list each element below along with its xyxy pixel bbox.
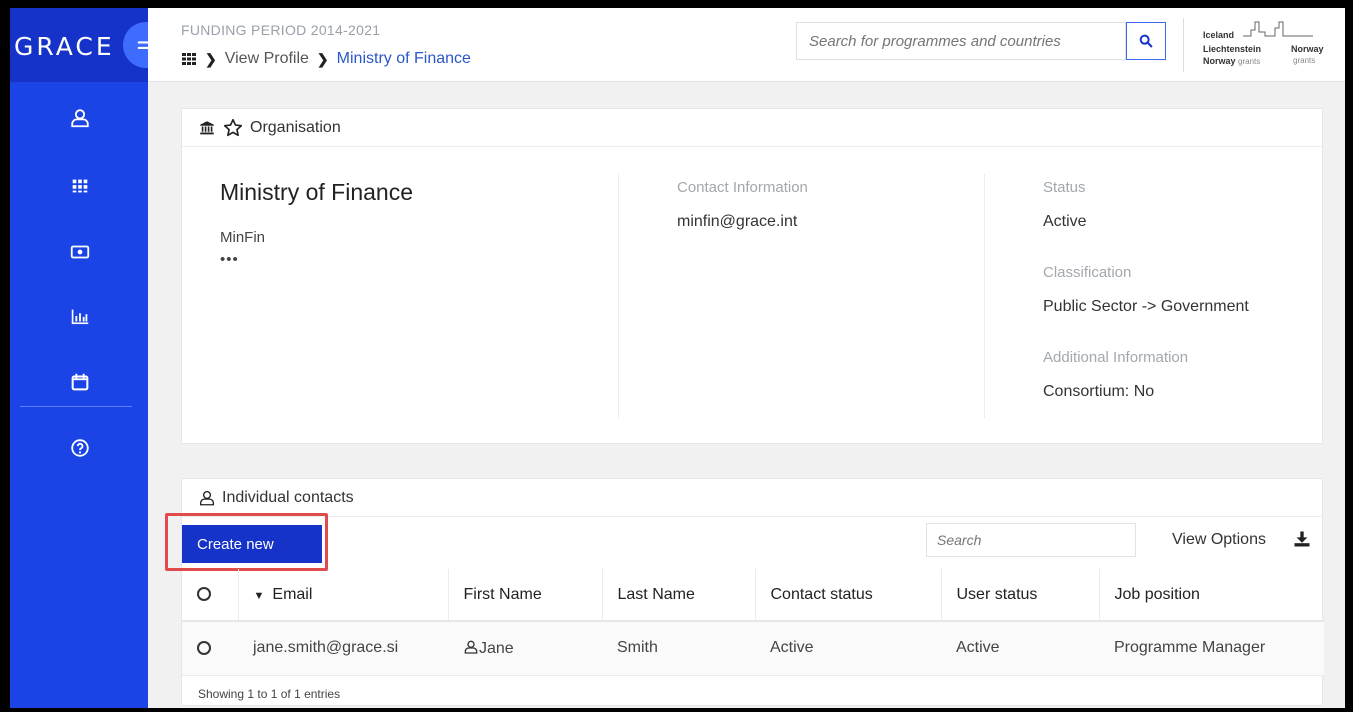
chart-icon[interactable] (68, 304, 92, 328)
classification-value: Public Sector -> Government (1043, 298, 1249, 315)
chevron-right-icon: ❯ (316, 50, 329, 67)
column-job-position[interactable]: Job position (1099, 569, 1324, 622)
sort-down-icon: ▼ (253, 589, 265, 602)
cell-email[interactable]: jane.smith@grace.si (238, 621, 448, 676)
top-header: FUNDING PERIOD 2014-2021 ❯ View Profile … (148, 8, 1345, 82)
breadcrumb: ❯ View Profile ❯ Ministry of Finance (181, 50, 471, 68)
table-search-input[interactable] (927, 524, 1135, 556)
column-divider (984, 174, 985, 418)
more-dots: ••• (220, 251, 239, 268)
breadcrumb-view-profile[interactable]: View Profile (225, 50, 309, 68)
status-label: Status (1043, 179, 1086, 196)
organisation-name: Ministry of Finance (220, 179, 414, 205)
contacts-title: Individual contacts (222, 488, 354, 506)
brand-logo[interactable]: GRACE (14, 32, 115, 61)
cell-first-name[interactable]: Jane (448, 621, 602, 676)
status-value: Active (1043, 213, 1087, 230)
user-icon (464, 640, 478, 654)
row-select[interactable] (182, 621, 238, 676)
organisation-title: Organisation (250, 118, 341, 136)
additional-info-value: Consortium: No (1043, 383, 1155, 400)
cell-contact-status: Active (755, 621, 941, 676)
calendar-icon[interactable] (68, 370, 92, 394)
classification-label: Classification (1043, 264, 1132, 281)
organisation-card: Organisation Ministry of Finance MinFin … (181, 108, 1323, 444)
money-icon[interactable] (68, 240, 92, 264)
chevron-right-icon: ❯ (205, 50, 217, 67)
table-header-row: ▼ Email First Name Last Name Contact stat… (182, 569, 1324, 622)
logo-text-norway-grants: Norway grants (1203, 56, 1261, 66)
view-options-button[interactable]: View Options (1172, 531, 1266, 549)
app-window: GRACE FUNDING PERIOD 2014-2021 ❯ View Pr… (10, 8, 1345, 708)
organisation-header: Organisation (182, 109, 1322, 147)
user-icon (199, 490, 215, 505)
logo-skyline-icon (1243, 21, 1313, 37)
column-email[interactable]: ▼ Email (238, 569, 449, 622)
individual-contacts-card: Individual contacts Create new View Opti… (165, 478, 1324, 706)
logo-text-grants: grants (1293, 56, 1316, 65)
table-search (926, 523, 1136, 557)
download-icon[interactable] (1292, 529, 1312, 549)
cell-user-status: Active (941, 621, 1099, 676)
header-divider (1183, 18, 1184, 72)
sidebar-divider (20, 406, 132, 407)
column-divider (618, 174, 619, 418)
logo-text-liechtenstein: Liechtenstein (1203, 44, 1262, 54)
user-icon[interactable] (68, 106, 92, 130)
organisation-short-name: MinFin (220, 229, 266, 246)
cell-job-position: Programme Manager (1099, 621, 1324, 676)
help-icon[interactable] (68, 436, 92, 460)
additional-info-label: Additional Information (1043, 349, 1189, 366)
select-all-header[interactable] (182, 569, 239, 622)
search-icon (1139, 34, 1153, 48)
funding-period: FUNDING PERIOD 2014-2021 (181, 22, 381, 38)
select-all-radio[interactable] (197, 587, 211, 602)
contact-email: minfin@grace.int (677, 213, 798, 230)
breadcrumb-current[interactable]: Ministry of Finance (337, 50, 471, 68)
table-footer: Showing 1 to 1 of 1 entries (198, 687, 341, 701)
grid-icon[interactable] (68, 174, 92, 198)
table-row[interactable]: jane.smith@grace.si Jane Smith Active Ac… (182, 621, 1324, 676)
column-last-name[interactable]: Last Name (602, 569, 756, 622)
global-search (796, 22, 1126, 60)
column-user-status[interactable]: User status (941, 569, 1100, 622)
logo-text-norway: Norway (1291, 44, 1324, 54)
sidebar (10, 82, 148, 708)
logo-text-iceland: Iceland (1203, 30, 1235, 40)
grid-home-icon[interactable] (181, 51, 197, 67)
create-new-button[interactable]: Create new (182, 525, 322, 563)
cell-last-name: Smith (602, 621, 755, 676)
row-select-radio[interactable] (197, 641, 211, 656)
search-button[interactable] (1126, 22, 1166, 60)
eea-norway-grants-logo: Iceland Liechtenstein Norway grants Norw… (1203, 20, 1338, 70)
contact-info-label: Contact Information (677, 179, 808, 196)
global-search-input[interactable] (797, 23, 1125, 59)
column-contact-status[interactable]: Contact status (755, 569, 942, 622)
contacts-header: Individual contacts (182, 479, 1322, 517)
institution-icon (200, 120, 214, 134)
contacts-table: ▼ Email First Name Last Name Contact stat… (182, 569, 1324, 676)
column-first-name[interactable]: First Name (448, 569, 603, 622)
star-icon[interactable] (222, 117, 244, 139)
